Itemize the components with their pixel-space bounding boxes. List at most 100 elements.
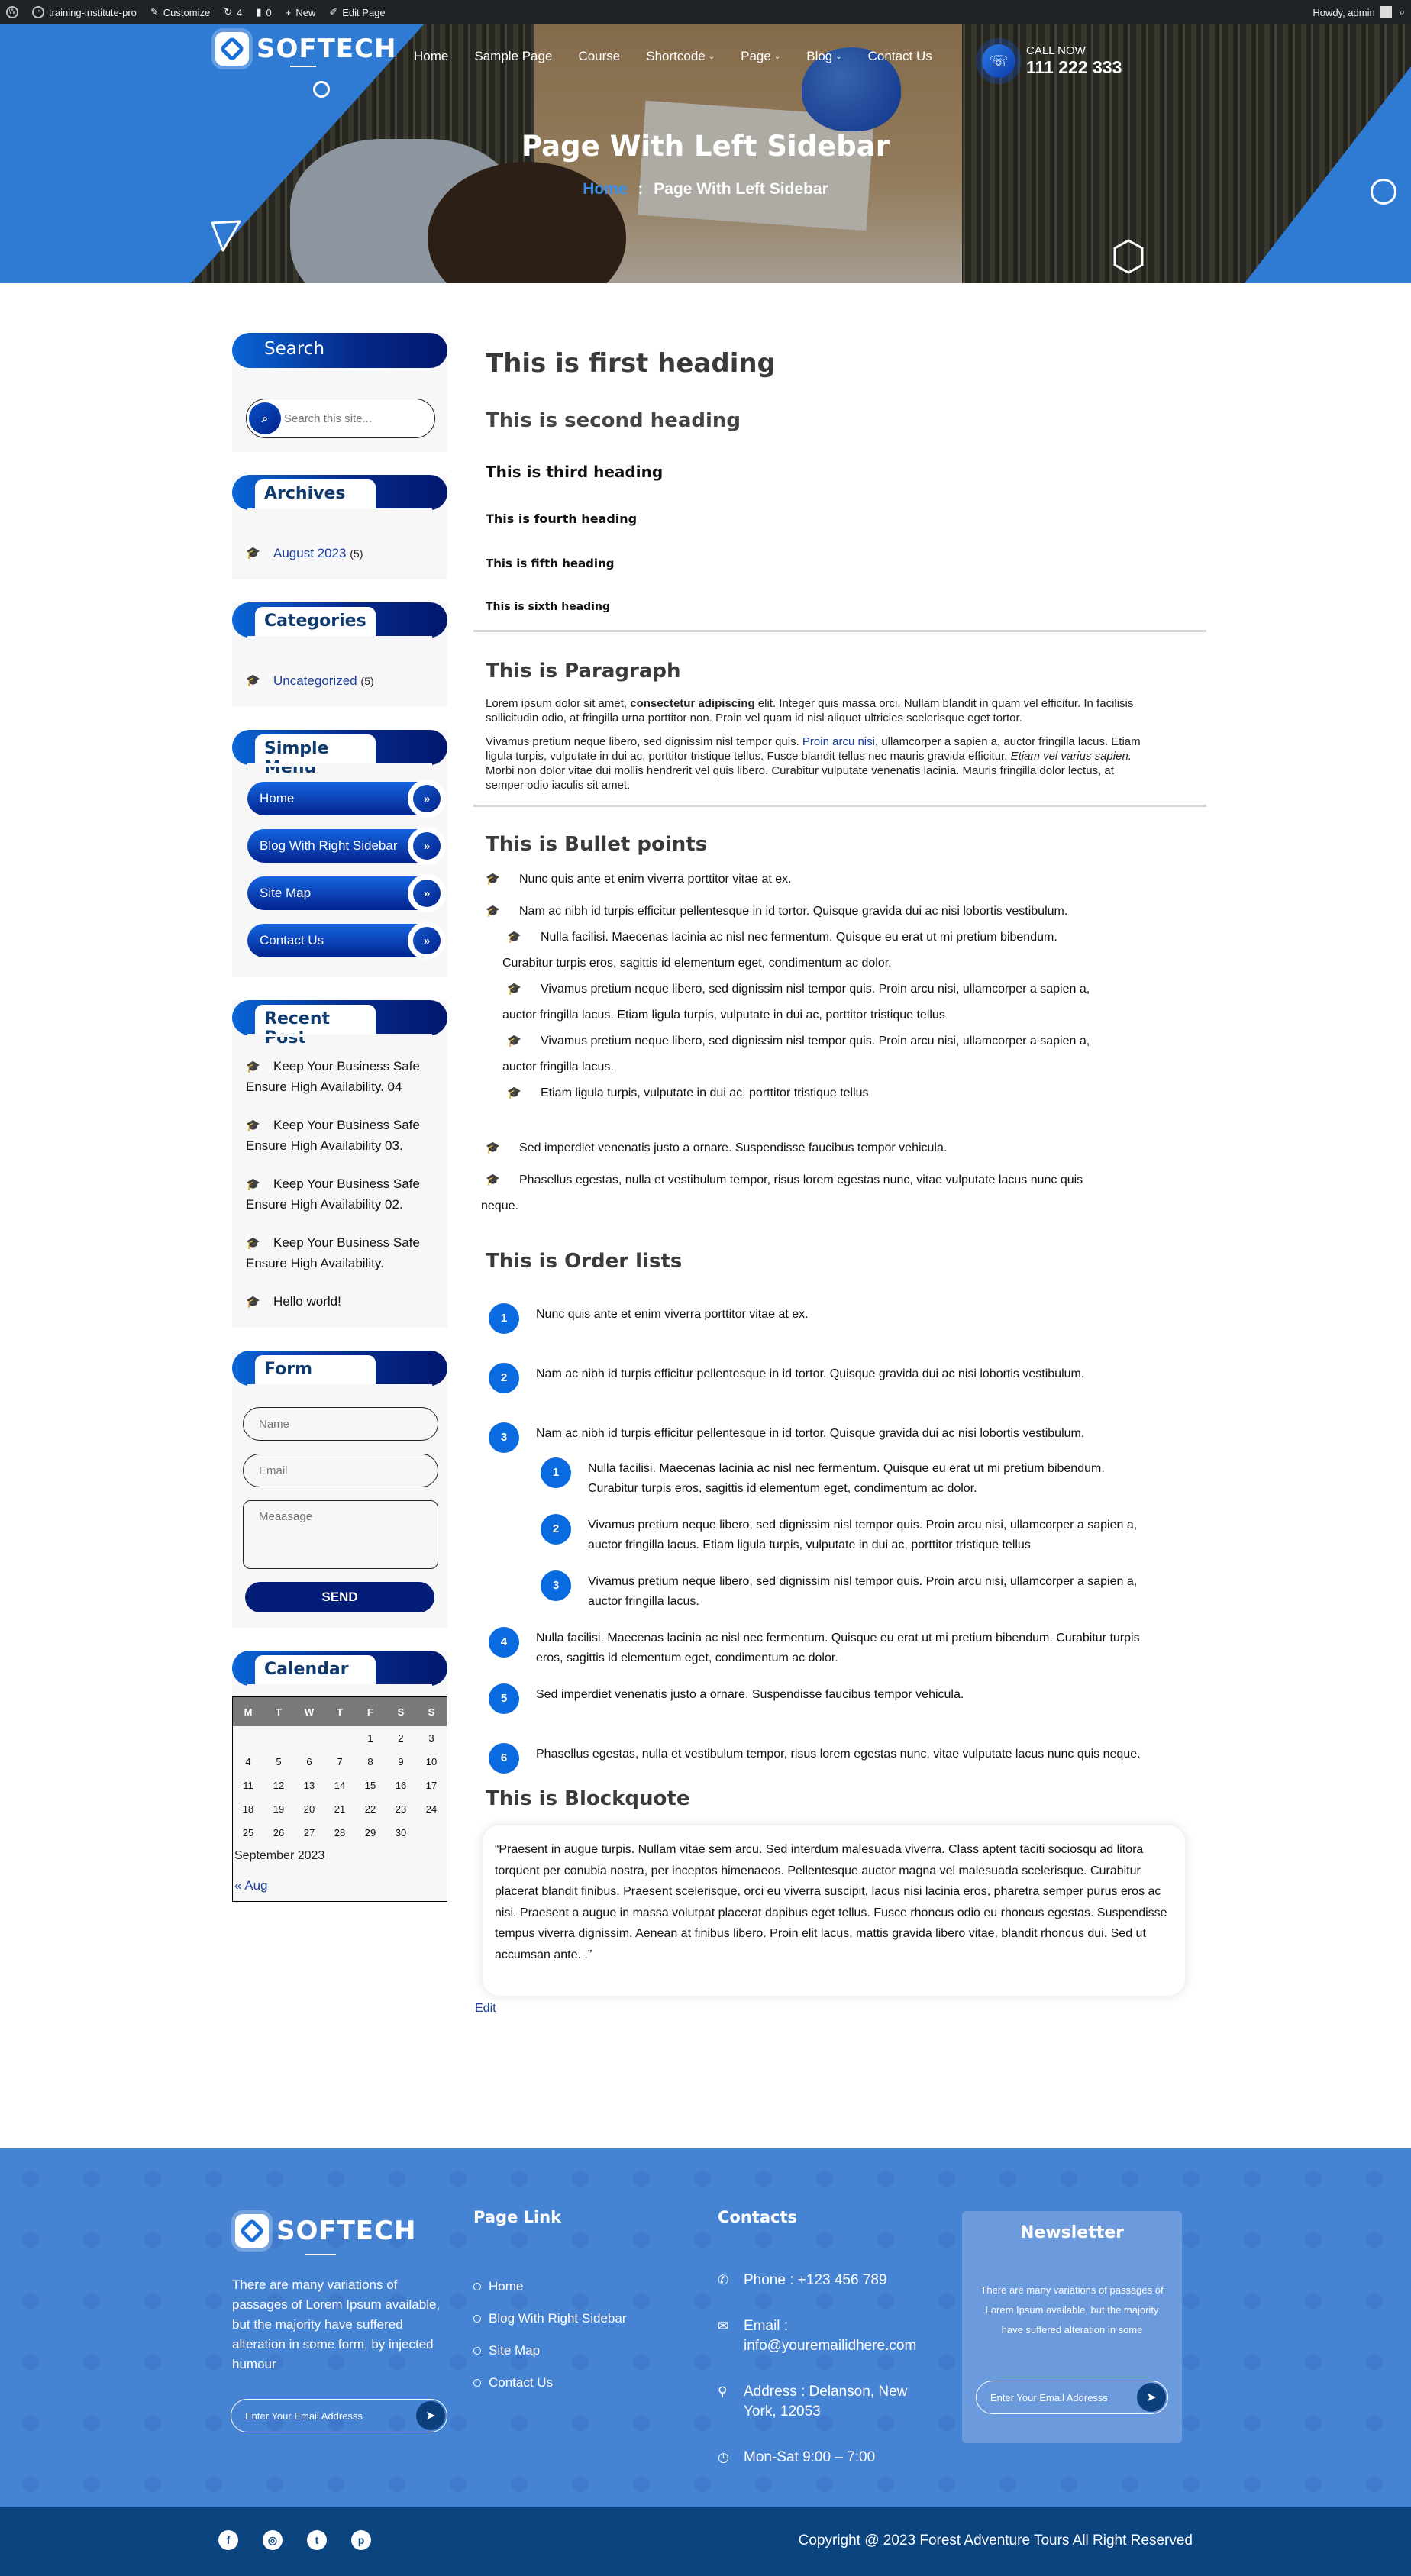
calendar-day — [294, 1726, 324, 1750]
contact-address: ⚲ Address : Delanson, New York, 12053 — [718, 2382, 939, 2422]
archive-link[interactable]: August 2023 — [273, 546, 346, 560]
twitter-icon[interactable]: t — [307, 2530, 327, 2550]
category-link[interactable]: Uncategorized — [273, 673, 357, 688]
list-item: 2 Nam ac nibh id turpis efficitur pellent… — [489, 1363, 1206, 1393]
bullets-section-title: This is Bullet points — [486, 833, 708, 856]
map-pin-icon: ⚲ — [718, 2384, 728, 2399]
site-logo[interactable]: SOFTECH — [215, 32, 396, 66]
calendar-weekday: W — [294, 1697, 324, 1726]
heading-4: This is fourth heading — [486, 512, 638, 526]
footer-bottom-bar: f ◎ t p Copyright @ 2023 Forest Adventur… — [0, 2507, 1411, 2576]
recent-post-link[interactable]: 🎓 Hello world! — [246, 1292, 434, 1312]
list-item: 1 Nunc quis ante et enim viverra porttito… — [489, 1303, 1206, 1334]
facebook-icon[interactable]: f — [218, 2530, 238, 2550]
circle-shape-icon — [313, 81, 330, 98]
admin-new-link[interactable]: + New — [286, 7, 316, 18]
footer-email-input[interactable] — [245, 2410, 398, 2422]
pinterest-icon[interactable]: p — [351, 2530, 371, 2550]
sidebar: Search ⌕ Archives 🎓August 2023 (5) Categ… — [232, 333, 447, 1926]
contact-form: SEND — [232, 1396, 447, 1612]
nav-page[interactable]: Page ⌄ — [741, 49, 780, 64]
inline-link[interactable]: Proin arcu nisi — [802, 735, 875, 748]
admin-edit-page-link[interactable]: ✐ Edit Page — [329, 6, 385, 18]
search-input[interactable] — [284, 412, 429, 425]
nav-shortcode[interactable]: Shortcode ⌄ — [646, 49, 715, 64]
calendar-day: 6 — [306, 1756, 312, 1767]
calendar-day: 4 — [245, 1756, 251, 1767]
sub-list-item: 🎓 Nulla facilisi. Maecenas lacinia ac nis… — [486, 925, 1206, 951]
simple-menu-site-map[interactable]: Site Map» — [247, 874, 446, 912]
widget-title: Calendar — [255, 1655, 376, 1686]
calendar-day: 3 — [428, 1732, 434, 1744]
footer-link-home[interactable]: Home — [473, 2271, 626, 2303]
newsletter-description: There are many variations of passages of… — [980, 2284, 1164, 2336]
list-item: 4 Nulla facilisi. Maecenas lacinia ac nis… — [489, 1627, 1145, 1668]
simple-menu-blog[interactable]: Blog With Right Sidebar» — [247, 827, 446, 865]
admin-bar: W ◔ training-institute-pro ✎ Customize ↻ 4 … — [0, 0, 1411, 24]
footer-link-contact[interactable]: Contact Us — [473, 2367, 626, 2399]
social-links: f ◎ t p — [218, 2530, 371, 2550]
call-now[interactable]: ☏ CALL NOW 111 222 333 — [982, 44, 1122, 78]
calendar-day: 8 — [367, 1756, 373, 1767]
graduation-cap-icon: 🎓 — [246, 674, 260, 687]
calendar-day: 10 — [425, 1756, 438, 1767]
simple-menu-contact[interactable]: Contact Us» — [247, 922, 446, 960]
footer-link-site-map[interactable]: Site Map — [473, 2335, 626, 2367]
simple-menu-home[interactable]: Home» — [247, 780, 446, 818]
edit-link[interactable]: Edit — [473, 2002, 1206, 2016]
search-form: ⌕ — [246, 399, 435, 438]
breadcrumb-current: Page With Left Sidebar — [654, 180, 828, 198]
graduation-cap-icon: 🎓 — [486, 1173, 500, 1186]
footer-logo[interactable]: SOFTECH — [235, 2214, 416, 2248]
list-item: 🎓 Sed imperdiet venenatis justo a ornare.… — [486, 1135, 1206, 1161]
search-icon[interactable]: ⌕ — [249, 402, 281, 434]
name-field[interactable] — [243, 1407, 438, 1441]
recent-post-link[interactable]: 🎓 Keep Your Business Safe Ensure High Ava… — [246, 1057, 434, 1097]
message-field[interactable] — [243, 1500, 438, 1569]
calendar-day: 5 — [276, 1756, 282, 1767]
double-chevron-right-icon: » — [413, 832, 441, 860]
footer: SOFTECH There are many variations of pas… — [0, 2148, 1411, 2507]
divider — [473, 630, 1206, 632]
nav-course[interactable]: Course — [578, 49, 620, 64]
recent-post-link[interactable]: 🎓 Keep Your Business Safe Ensure High Ava… — [246, 1233, 434, 1273]
circle-bullet-icon — [473, 2347, 481, 2355]
admin-comments-link[interactable]: ▮ 0 — [256, 6, 271, 18]
send-icon[interactable]: ➤ — [1137, 2383, 1166, 2412]
calendar-month: September 2023 — [234, 1849, 325, 1862]
recent-post-widget: Recent Post 🎓 Keep Your Business Safe Ens… — [232, 1000, 447, 1328]
copyright: Copyright @ 2023 Forest Adventure Tours … — [798, 2532, 1193, 2549]
footer-link-blog[interactable]: Blog With Right Sidebar — [473, 2303, 626, 2335]
calendar-prev-link[interactable]: « Aug — [233, 1863, 447, 1901]
nav-blog[interactable]: Blog ⌄ — [806, 49, 841, 64]
search-icon[interactable]: ⌕ — [1400, 6, 1405, 18]
logo-mark-icon — [215, 32, 249, 66]
nav-contact-us[interactable]: Contact Us — [868, 49, 932, 64]
calendar-day: 28 — [334, 1827, 346, 1838]
graduation-cap-icon: 🎓 — [246, 1296, 260, 1309]
admin-customize-link[interactable]: ✎ Customize — [150, 6, 210, 18]
calendar-weekday: T — [324, 1697, 355, 1726]
admin-updates-link[interactable]: ↻ 4 — [224, 6, 242, 18]
send-button[interactable]: SEND — [245, 1582, 434, 1612]
chevron-down-icon: ⌄ — [835, 52, 842, 61]
blockquote: “Praesent in augue turpis. Nullam vitae … — [483, 1825, 1185, 1996]
calendar-day: 20 — [303, 1803, 315, 1815]
pencil-icon: ✐ — [329, 6, 338, 18]
admin-account-menu[interactable]: Howdy, admin — [1313, 6, 1392, 18]
recent-post-link[interactable]: 🎓 Keep Your Business Safe Ensure High Ava… — [246, 1174, 434, 1215]
newsletter-email-input[interactable] — [990, 2391, 1128, 2403]
list-item: 🎓 August 2023 (5) — [246, 544, 434, 564]
graduation-cap-icon: 🎓 — [507, 1035, 521, 1048]
calendar-day: 19 — [273, 1803, 285, 1815]
instagram-icon[interactable]: ◎ — [263, 2530, 283, 2550]
wordpress-logo-icon[interactable]: W — [6, 6, 18, 18]
admin-site-link[interactable]: ◔ training-institute-pro — [32, 6, 137, 18]
plus-icon: + — [285, 6, 292, 18]
nav-home[interactable]: Home — [414, 49, 448, 64]
recent-post-link[interactable]: 🎓 Keep Your Business Safe Ensure High Ava… — [246, 1115, 434, 1156]
breadcrumb-home[interactable]: Home — [583, 180, 627, 198]
send-icon[interactable]: ➤ — [416, 2401, 445, 2430]
email-field[interactable] — [243, 1454, 438, 1487]
nav-sample-page[interactable]: Sample Page — [474, 49, 552, 64]
